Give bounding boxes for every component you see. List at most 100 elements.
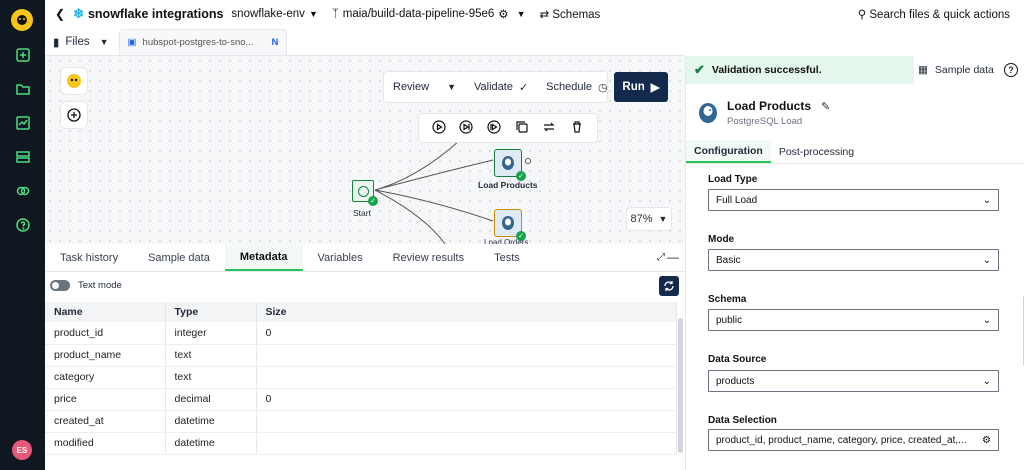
files-toggle[interactable]: ▮ Files ▼ bbox=[53, 35, 109, 49]
link-icon[interactable] bbox=[13, 181, 33, 201]
app-logo[interactable] bbox=[11, 9, 33, 31]
sample-data-button[interactable]: ▦ Sample data bbox=[918, 56, 994, 84]
tab-tests[interactable]: Tests bbox=[479, 244, 535, 271]
review-dropdown[interactable]: ▼ bbox=[438, 72, 465, 102]
cell-type: datetime bbox=[165, 410, 257, 433]
gear-icon[interactable]: ⚙ bbox=[982, 435, 991, 446]
table-row[interactable]: modified datetime bbox=[45, 432, 677, 455]
file-tab[interactable]: ▣ hubspot-postgres-to-sno... N bbox=[118, 28, 288, 55]
search-button[interactable]: ⚲ Search files & quick actions bbox=[858, 7, 1010, 21]
table-row[interactable]: price decimal 0 bbox=[45, 388, 677, 411]
tab-post-processing[interactable]: Post-processing bbox=[771, 140, 862, 163]
load-type-value: Full Load bbox=[716, 194, 758, 206]
environment-name: snowflake-env bbox=[231, 8, 305, 20]
schema-select[interactable]: public ⌄ bbox=[708, 309, 999, 331]
file-tab-badge: N bbox=[271, 36, 279, 48]
storage-icon[interactable] bbox=[13, 147, 33, 167]
column-header[interactable]: Name bbox=[45, 302, 166, 322]
environment-selector[interactable]: snowflake-env ▼ bbox=[231, 8, 317, 20]
tab-configuration[interactable]: Configuration bbox=[686, 140, 771, 163]
help-icon[interactable]: ? bbox=[1004, 63, 1018, 77]
validation-banner: ✔ Validation successful. bbox=[686, 56, 914, 84]
replace-icon[interactable] bbox=[542, 120, 556, 137]
play-icon: ▶ bbox=[650, 82, 660, 94]
tab-metadata[interactable]: Metadata bbox=[224, 244, 303, 271]
table-row[interactable]: product_name text bbox=[45, 344, 677, 367]
user-avatar[interactable]: ES bbox=[12, 440, 32, 460]
mode-select[interactable]: Basic ⌄ bbox=[708, 249, 999, 271]
table-row[interactable]: created_at datetime bbox=[45, 410, 677, 433]
expand-icon[interactable]: ⤢ bbox=[657, 252, 665, 263]
files-label: Files bbox=[65, 35, 90, 48]
cell-name: created_at bbox=[45, 410, 166, 433]
column-header[interactable]: Type bbox=[165, 302, 257, 322]
minimize-icon[interactable]: — bbox=[667, 250, 679, 264]
tab-task-history[interactable]: Task history bbox=[45, 244, 133, 271]
tab-sample-data[interactable]: Sample data bbox=[133, 244, 225, 271]
delete-icon[interactable] bbox=[570, 120, 584, 137]
component-type: PostgreSQL Load bbox=[727, 116, 803, 127]
load-type-select[interactable]: Full Load ⌄ bbox=[708, 189, 999, 211]
schedule-label: Schedule bbox=[546, 81, 593, 93]
top-bar: ❮ ❄ snowflake integrations snowflake-env… bbox=[45, 0, 1024, 28]
cell-name: product_id bbox=[45, 322, 166, 345]
activity-icon[interactable] bbox=[13, 113, 33, 133]
table-row[interactable]: product_id integer 0 bbox=[45, 322, 677, 345]
chevron-down-icon: ▼ bbox=[308, 9, 318, 19]
component-name: Load Products bbox=[727, 99, 812, 113]
run-from-icon[interactable] bbox=[459, 119, 474, 137]
run-to-icon[interactable] bbox=[487, 119, 501, 137]
review-label: Review bbox=[393, 81, 430, 93]
load-orders-node[interactable]: ✓ bbox=[494, 209, 526, 241]
table-row[interactable]: category text bbox=[45, 366, 677, 389]
data-selection-label: Data Selection bbox=[708, 415, 777, 426]
branch-name: maia/build-data-pipeline-95e6 bbox=[342, 8, 495, 20]
schemas-link[interactable]: ⇄ Schemas bbox=[540, 7, 601, 21]
tab-review-results[interactable]: Review results bbox=[378, 244, 480, 271]
git-status-icon: ⚙ bbox=[498, 9, 509, 21]
zoom-control[interactable]: 87% ▼ bbox=[626, 207, 672, 231]
file-tab-name: hubspot-postgres-to-sno... bbox=[142, 36, 254, 48]
branch-selector[interactable]: ᛉ maia/build-data-pipeline-95e6 ⚙ ▼ bbox=[332, 7, 526, 21]
zoom-level: 87% bbox=[630, 213, 653, 225]
toggle-switch[interactable] bbox=[50, 280, 70, 291]
table-scrollbar[interactable] bbox=[678, 318, 683, 453]
back-icon[interactable]: ❮ bbox=[55, 7, 65, 21]
edit-pencil-icon[interactable]: ✎ bbox=[821, 100, 830, 113]
cell-size bbox=[256, 432, 677, 455]
output-port[interactable] bbox=[525, 158, 531, 164]
schedule-button[interactable]: Schedule ◷ bbox=[537, 72, 616, 102]
chevron-down-icon: ⌄ bbox=[982, 375, 991, 387]
load-products-label: Load Products bbox=[478, 180, 538, 190]
review-button[interactable]: Review bbox=[384, 72, 438, 102]
data-source-select[interactable]: products ⌄ bbox=[708, 370, 999, 392]
schema-value: public bbox=[716, 314, 743, 326]
cell-name: price bbox=[45, 388, 166, 411]
files-icon: ▮ bbox=[53, 36, 60, 49]
validate-button[interactable]: Validate ✓ bbox=[465, 72, 537, 102]
check-circle-icon: ✓ bbox=[518, 81, 529, 94]
project-selector[interactable]: ❄ snowflake integrations bbox=[73, 6, 223, 22]
schemas-label: Schemas bbox=[552, 9, 601, 21]
text-mode-label: Text mode bbox=[78, 280, 122, 291]
copy-icon[interactable] bbox=[515, 120, 529, 137]
run-component-icon[interactable] bbox=[432, 119, 446, 137]
metadata-table: Name Type Size product_id integer 0 produc… bbox=[45, 302, 677, 455]
run-button[interactable]: Run ▶ bbox=[614, 72, 668, 102]
load-products-node[interactable]: ✓ bbox=[494, 149, 526, 181]
success-check-icon: ✓ bbox=[368, 196, 378, 206]
tab-variables[interactable]: Variables bbox=[303, 244, 378, 271]
start-node[interactable]: ✓ bbox=[352, 180, 378, 206]
column-header[interactable]: Size bbox=[256, 302, 677, 322]
component-header: Load Products ✎ PostgreSQL Load bbox=[697, 99, 830, 127]
text-mode-toggle[interactable]: Text mode bbox=[50, 280, 122, 291]
data-source-label: Data Source bbox=[708, 354, 767, 365]
data-selection-value: product_id, product_name, category, pric… bbox=[716, 434, 967, 446]
pipeline-icon[interactable] bbox=[13, 45, 33, 65]
chevron-down-icon: ⌄ bbox=[982, 254, 991, 266]
help-icon[interactable] bbox=[13, 215, 33, 235]
data-selection-field[interactable]: product_id, product_name, category, pric… bbox=[708, 429, 999, 451]
folder-icon[interactable] bbox=[13, 79, 33, 99]
refresh-button[interactable] bbox=[659, 276, 679, 296]
chevron-down-icon: ▼ bbox=[516, 9, 526, 19]
